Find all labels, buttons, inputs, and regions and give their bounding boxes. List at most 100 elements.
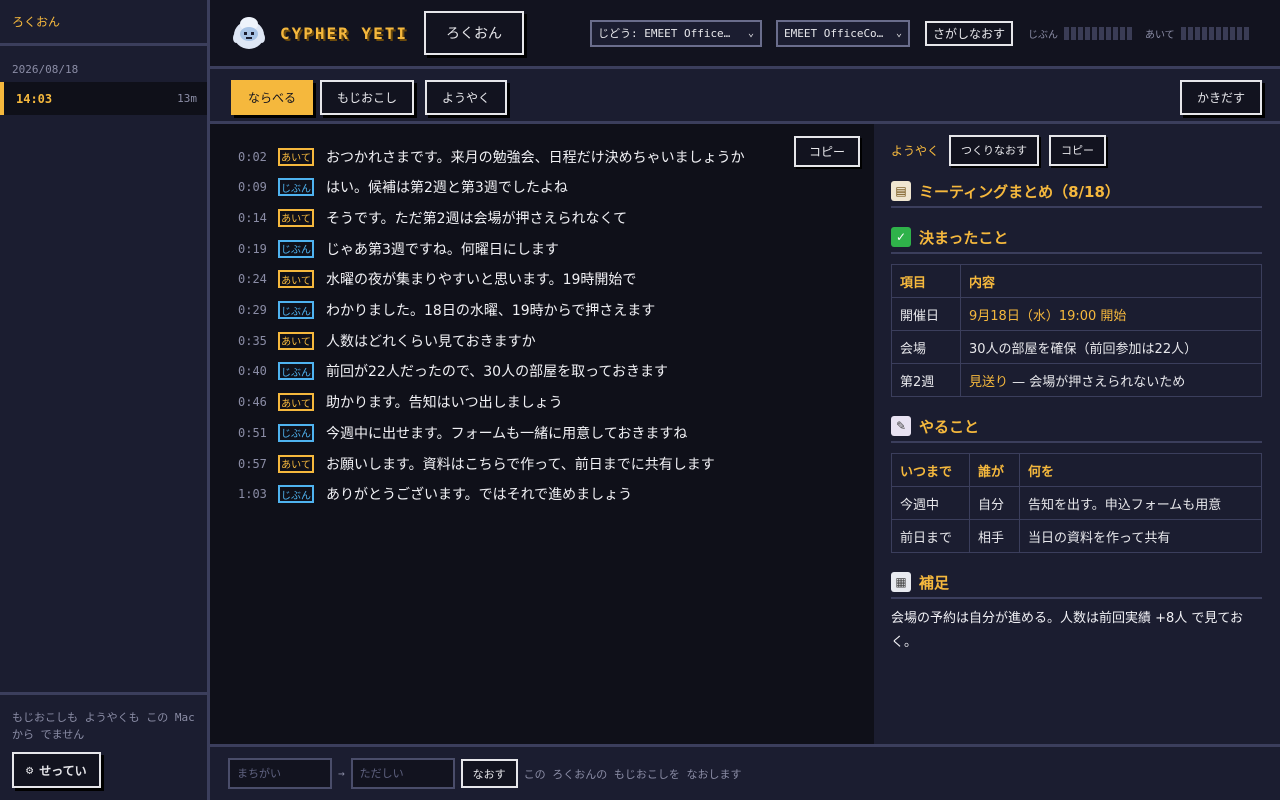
table-cell: 今週中 (891, 486, 970, 520)
line-timestamp[interactable]: 0:02 (238, 150, 278, 164)
local-only-note: もじおこしも ようやくも この Mac から でません (12, 711, 195, 741)
table-row: 前日まで 相手 当日の資料を作って共有 (891, 519, 1262, 553)
line-text: 前回が22人だったので、30人の部屋を取っておきます (326, 364, 668, 381)
brand-name: CYPHER YETI (280, 23, 408, 43)
speaker-badge: あいて (278, 454, 314, 473)
yeti-icon (233, 17, 265, 49)
self-meter-label: じぶん (1027, 29, 1058, 41)
transcript-line: 0:57 あいて お願いします。資料はこちらで作って、前日までに共有します (238, 448, 844, 479)
line-text: 人数はどれくらい見ておきますか (326, 333, 536, 350)
table-row: 今週中 自分 告知を出す。申込フォームも用意 (891, 486, 1262, 520)
todo-table: いつまで 誰が 何を 今週中 自分 告知を出す。申込フォームも用意 前日まで 相… (891, 453, 1262, 553)
sidebar-title: ろくおん (0, 0, 207, 46)
line-timestamp[interactable]: 1:03 (238, 487, 278, 501)
transcript-line: 0:35 あいて 人数はどれくらい見ておきますか (238, 325, 844, 356)
line-text: 助かります。告知はいつ出しましょう (326, 395, 563, 412)
table-cell: 9月18日（水）19:00 開始 (960, 297, 1262, 331)
line-timestamp[interactable]: 0:51 (238, 426, 278, 440)
speaker-badge: じぶん (278, 485, 314, 504)
self-level-meter (1063, 26, 1132, 40)
correction-bar: → なおす この ろくおんの もじおこしを なおします (210, 744, 1280, 800)
tab-transcript[interactable]: もじおこし (320, 80, 415, 115)
input-source-select[interactable]: じどう: EMEET Office… ⌄ (589, 19, 762, 47)
clipboard-icon: ▤ (891, 181, 911, 201)
chevron-down-icon: ⌄ (747, 27, 754, 39)
decided-heading-text: 決まったこと (919, 228, 1009, 247)
settings-label: せってい (39, 763, 87, 778)
speaker-badge: じぶん (278, 178, 314, 197)
check-icon: ✓ (891, 227, 911, 247)
speaker-badge: あいて (278, 393, 314, 412)
speaker-badge: じぶん (278, 423, 314, 442)
line-text: おつかれさまです。来月の勉強会、日程だけ決めちゃいましょうか (326, 149, 745, 166)
tab-arrange[interactable]: ならべる (231, 80, 314, 115)
line-timestamp[interactable]: 0:35 (238, 334, 278, 348)
transcript-line: 0:14 あいて そうです。ただ第2週は会場が押さえられなくて (238, 202, 844, 233)
gear-icon: ⚙ (26, 763, 34, 777)
wrong-text-input[interactable] (228, 758, 332, 789)
status-text: 見送り (969, 374, 1009, 390)
sidebar-footer: もじおこしも ようやくも この Mac から でません ⚙ せってい (0, 692, 207, 800)
regenerate-button[interactable]: つくりなおす (949, 134, 1040, 166)
session-item[interactable]: 14:03 13m (0, 82, 207, 115)
table-cell: 開催日 (891, 297, 961, 331)
chevron-down-icon: ⌄ (895, 27, 902, 39)
line-text: はい。候補は第2週と第3週でしたよね (326, 180, 568, 197)
record-button[interactable]: ろくおん (423, 11, 524, 55)
session-duration: 13m (177, 92, 197, 105)
speaker-badge: あいて (278, 270, 314, 289)
settings-button[interactable]: ⚙ せってい (12, 752, 101, 788)
table-header-what: 何を (1019, 453, 1262, 487)
line-timestamp[interactable]: 0:19 (238, 242, 278, 256)
line-text: そうです。ただ第2週は会場が押さえられなくて (326, 210, 628, 227)
line-timestamp[interactable]: 0:46 (238, 395, 278, 409)
transcript-line: 0:40 じぶん 前回が22人だったので、30人の部屋を取っておきます (238, 356, 844, 387)
line-timestamp[interactable]: 0:40 (238, 364, 278, 378)
tab-summary[interactable]: ようやく (425, 80, 508, 115)
table-header-row: 項目 内容 (891, 264, 1262, 298)
line-timestamp[interactable]: 0:57 (238, 457, 278, 471)
transcript-line: 0:51 じぶん 今週中に出せます。フォームも一緒に用意しておきますね (238, 417, 844, 448)
speaker-badge: じぶん (278, 301, 314, 319)
line-text: じゃあ第3週ですね。何曜日にします (326, 241, 559, 258)
transcript-line: 1:03 じぶん ありがとうございます。ではそれで進めましょう (238, 479, 844, 510)
transcript-line: 0:19 じぶん じゃあ第3週ですね。何曜日にします (238, 233, 844, 264)
table-header-content: 内容 (960, 264, 1262, 298)
transcript-line: 0:02 あいて おつかれさまです。来月の勉強会、日程だけ決めちゃいましょうか (238, 141, 844, 172)
table-cell: 自分 (969, 486, 1020, 520)
summary-label: ようやく (891, 143, 940, 158)
table-cell: 告知を出す。申込フォームも用意 (1019, 486, 1262, 520)
todo-heading-text: やること (919, 417, 980, 436)
correct-text-input[interactable] (350, 758, 455, 789)
extra-note: 会場の予約は自分が進める。人数は前回実績 +8人 で見ておく。 (891, 611, 1244, 650)
export-button[interactable]: かきだす (1180, 80, 1263, 115)
line-text: ありがとうございます。ではそれで進めましょう (326, 487, 633, 504)
line-timestamp[interactable]: 0:29 (238, 303, 278, 317)
device-value: EMEET OfficeCo… (783, 26, 884, 40)
transcript-line: 0:29 じぶん わかりました。18日の水曜、19時からで押さえます (238, 295, 844, 326)
line-text: 今週中に出せます。フォームも一緒に用意しておきますね (326, 425, 688, 442)
rescan-button[interactable]: さがしなおす (924, 20, 1013, 46)
device-select[interactable]: EMEET OfficeCo… ⌄ (775, 19, 910, 47)
speaker-badge: あいて (278, 208, 314, 227)
table-cell: 30人の部屋を確保（前回参加は22人） (960, 330, 1262, 364)
line-timestamp[interactable]: 0:09 (238, 180, 278, 194)
speaker-badge: じぶん (278, 362, 314, 381)
table-header-when: いつまで (891, 453, 970, 487)
summary-panel: ようやく つくりなおす コピー ▤ ミーティングまとめ（8/18） ✓ 決まった… (874, 124, 1280, 744)
session-time: 14:03 (16, 91, 53, 106)
table-cell: 相手 (969, 519, 1020, 553)
table-row: 会場 30人の部屋を確保（前回参加は22人） (891, 330, 1262, 364)
todo-heading: ✎ やること (891, 411, 1262, 443)
input-source-value: じどう: EMEET Office… (597, 27, 731, 40)
apply-fix-button[interactable]: なおす (460, 759, 518, 788)
table-cell: 当日の資料を作って共有 (1019, 519, 1262, 553)
note-icon: ▦ (891, 572, 911, 592)
copy-summary-button[interactable]: コピー (1049, 134, 1107, 166)
table-cell: 見送り — 会場が押さえられないため (960, 363, 1262, 397)
line-timestamp[interactable]: 0:14 (238, 211, 278, 225)
line-text: 水曜の夜が集まりやすいと思います。19時開始で (326, 272, 637, 289)
line-timestamp[interactable]: 0:24 (238, 272, 278, 286)
table-cell: 第2週 (891, 363, 961, 397)
table-row: 開催日 9月18日（水）19:00 開始 (891, 297, 1262, 331)
